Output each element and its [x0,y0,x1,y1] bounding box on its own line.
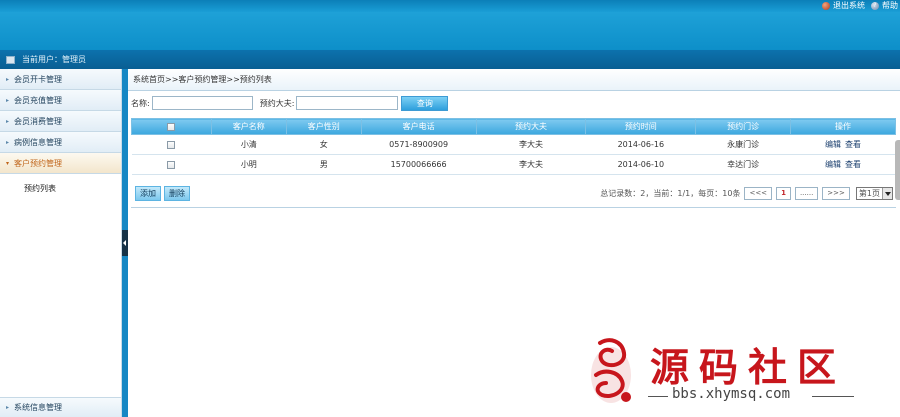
pager: 总记录数：2，当前：1/1，每页：10条 <<< 1 ...... >>> 第1… [600,186,896,200]
column-header: 操作 [790,118,896,135]
view-link[interactable]: 查看 [845,140,861,149]
user-icon [6,55,15,64]
view-link[interactable]: 查看 [845,160,861,169]
dropdown-caret-icon [882,187,892,199]
help-icon: ? [871,1,879,10]
clinic-cell: 永康门诊 [695,134,791,155]
power-icon [822,1,830,10]
row-checkbox[interactable] [167,160,176,169]
sidebar-item-label: 会员充值管理 [14,95,63,105]
sidebar-item-label: 病例信息管理 [14,137,63,147]
watermark-url: bbs.xhymsq.com [672,386,791,402]
chevron-right-icon: ▸ [6,96,10,104]
table-row: 小明 男 15700066666 李大夫 2014-06-10 幸达门诊 编辑查… [131,154,896,175]
top-links: 退出系统 ? 帮助 [816,0,898,11]
table-header-row: 客户名称 客户性别 客户电话 预约大夫 预约时间 预约门诊 操作 [131,118,896,135]
more-pages-button[interactable]: ...... [794,186,819,200]
side-scroll-tab[interactable] [895,140,900,200]
chevron-right-icon: ▸ [6,75,10,83]
edit-link[interactable]: 编辑 [825,140,841,149]
query-button[interactable]: 查询 [401,95,449,111]
chevron-right-icon: ▸ [6,138,10,146]
watermark-line-right [812,396,854,397]
doctor-cell: 李大夫 [476,134,586,155]
sidebar-item-card-issue[interactable]: ▸ 会员开卡管理 [0,69,121,90]
watermark: 源码社区 bbs.xhymsq.com [588,335,888,415]
chevron-right-icon: ▸ [6,117,10,125]
column-header: 预约门诊 [695,118,792,135]
clinic-cell: 幸达门诊 [695,154,791,175]
table-row: 小清 女 0571-8900909 李大夫 2014-06-16 永康门诊 编辑… [131,134,896,155]
name-label: 名称: [131,98,150,108]
breadcrumb: 系统首页>>客户预约管理>>预约列表 [128,69,900,91]
select-all-cell [131,118,212,135]
user-bar: 当前用户：管理员 [0,50,900,69]
table-footer: 添加 删除 总记录数：2，当前：1/1，每页：10条 <<< 1 ...... … [131,179,896,208]
sidebar-subitem-appointment-list[interactable]: 预约列表 [0,178,121,198]
edit-link[interactable]: 编辑 [825,160,841,169]
sidebar-item-label: 会员开卡管理 [14,74,63,84]
column-header: 预约大夫 [475,118,587,135]
sidebar-item-appointment[interactable]: ▾ 客户预约管理 [0,153,121,174]
doctor-label: 预约大夫: [259,98,295,108]
sidebar-item-system-info[interactable]: ▸ 系统信息管理 [0,397,121,417]
column-header: 预约时间 [585,118,697,135]
select-all-checkbox[interactable] [167,122,176,131]
row-select-cell [131,154,212,175]
exit-label: 退出系统 [833,1,865,10]
column-header: 客户名称 [210,118,287,135]
exit-link[interactable]: 退出系统 [822,0,865,11]
pager-summary: 总记录数：2，当前：1/1，每页：10条 [600,188,741,198]
phone-cell: 0571-8900909 [361,134,477,155]
sidebar-item-consumption[interactable]: ▸ 会员消费管理 [0,111,121,132]
sidebar: ▸ 会员开卡管理 ▸ 会员充值管理 ▸ 会员消费管理 ▸ 病例信息管理 ▾ 客户… [0,69,122,417]
column-header: 客户性别 [285,118,362,135]
customer-name-cell: 小明 [211,154,287,175]
page-select-value: 第1页 [858,188,880,198]
row-select-cell [131,134,212,155]
time-cell: 2014-06-10 [585,154,696,175]
delete-button[interactable]: 删除 [164,185,190,201]
time-cell: 2014-06-16 [585,134,696,155]
add-button[interactable]: 添加 [135,185,161,201]
page-select[interactable]: 第1页 [855,186,893,200]
gender-cell: 男 [286,154,362,175]
operation-cell: 编辑 查看 [790,154,896,175]
customer-name-cell: 小清 [211,134,287,155]
chevron-down-icon: ▾ [6,159,10,167]
sidebar-subitem-label: 预约列表 [24,183,56,193]
current-user-text: 当前用户：管理员 [22,55,86,64]
current-page-button[interactable]: 1 [776,186,791,200]
first-page-button[interactable]: <<< [744,186,773,200]
sidebar-item-recharge[interactable]: ▸ 会员充值管理 [0,90,121,111]
sidebar-item-case-info[interactable]: ▸ 病例信息管理 [0,132,121,153]
last-page-button[interactable]: >>> [822,186,850,200]
sidebar-item-label: 会员消费管理 [14,116,63,126]
doctor-input[interactable] [296,96,399,110]
operation-cell: 编辑 查看 [790,134,896,155]
watermark-title: 源码社区 [650,345,847,391]
gender-cell: 女 [286,134,362,155]
banner-strip [0,0,900,12]
phone-cell: 15700066666 [361,154,477,175]
sidebar-item-label: 客户预约管理 [14,158,63,168]
seal-logo-icon [591,338,631,403]
doctor-cell: 李大夫 [476,154,586,175]
name-input[interactable] [151,96,253,110]
help-link[interactable]: ? 帮助 [871,0,898,11]
appointment-table: 客户名称 客户性别 客户电话 预约大夫 预约时间 预约门诊 操作 小清 女 05… [131,118,896,175]
row-checkbox[interactable] [167,140,176,149]
watermark-line-left [648,396,668,397]
chevron-right-icon: ▸ [6,404,10,411]
sidebar-item-label: 系统信息管理 [14,403,63,412]
search-bar: 名称: 预约大夫: 查询 [128,91,900,115]
top-banner: 退出系统 ? 帮助 [0,0,900,50]
column-header: 客户电话 [360,118,477,135]
help-label: 帮助 [882,1,898,10]
